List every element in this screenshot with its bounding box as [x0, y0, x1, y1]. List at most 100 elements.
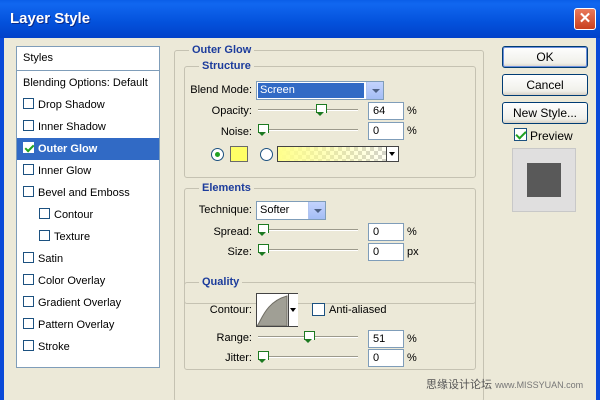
opacity-slider[interactable] [258, 104, 358, 116]
opacity-input[interactable]: 64 [368, 102, 404, 120]
style-checkbox[interactable] [39, 230, 50, 241]
jitter-unit: % [407, 352, 417, 364]
style-checkbox[interactable] [23, 296, 34, 307]
watermark: 思缘设计论坛 www.MISSYUAN.com [426, 376, 583, 392]
contour-picker[interactable] [256, 293, 298, 327]
size-slider-thumb[interactable] [258, 244, 269, 256]
technique-label: Technique: [198, 204, 252, 216]
range-unit: % [407, 333, 417, 345]
style-checkbox[interactable] [23, 186, 34, 197]
style-checkbox[interactable] [23, 340, 34, 351]
range-slider-thumb[interactable] [304, 331, 315, 343]
chevron-down-icon[interactable] [308, 202, 325, 219]
style-checkbox[interactable] [23, 164, 34, 175]
noise-input[interactable]: 0 [368, 122, 404, 140]
style-checkbox[interactable] [23, 318, 34, 329]
cancel-button[interactable]: Cancel [502, 74, 588, 96]
technique-select[interactable]: Softer [256, 201, 326, 220]
opacity-label: Opacity: [211, 105, 252, 117]
watermark-text: 思缘设计论坛 [426, 379, 492, 391]
style-preview [512, 148, 576, 212]
glow-color-swatch[interactable] [230, 146, 248, 162]
size-input[interactable]: 0 [368, 243, 404, 261]
styles-list-item-label: Contour [54, 209, 94, 221]
spread-slider[interactable] [258, 224, 358, 236]
structure-title: Structure [199, 60, 254, 72]
dialog-body: Styles Blending Options: Default Drop Sha… [0, 38, 600, 400]
styles-list-item-label: Inner Glow [38, 165, 92, 177]
range-slider[interactable] [258, 331, 358, 343]
opacity-unit: % [407, 105, 417, 117]
styles-list-item-label: Stroke [38, 341, 70, 353]
size-unit: px [407, 246, 419, 258]
spread-slider-thumb[interactable] [258, 224, 269, 236]
size-slider-track [258, 249, 358, 251]
noise-slider-thumb[interactable] [258, 124, 269, 136]
style-checkbox[interactable] [39, 208, 50, 219]
jitter-slider[interactable] [258, 351, 358, 363]
noise-slider-track [258, 129, 358, 131]
spread-slider-track [258, 229, 358, 231]
styles-list-item-stroke[interactable]: Stroke [17, 336, 159, 358]
gradient-dropdown-icon[interactable] [386, 147, 398, 161]
close-icon: ✕ [578, 10, 592, 27]
size-slider[interactable] [258, 244, 358, 256]
contour-dropdown-icon[interactable] [288, 294, 298, 326]
blend-mode-label: Blend Mode: [190, 84, 252, 96]
style-checkbox[interactable] [23, 120, 34, 131]
styles-list-item-outer-glow[interactable]: Outer Glow [17, 138, 159, 160]
style-checkbox[interactable] [23, 274, 34, 285]
blend-mode-select[interactable]: Screen [256, 81, 384, 100]
styles-list-item-label: Texture [54, 231, 91, 243]
anti-aliased-checkbox[interactable] [312, 303, 325, 316]
watermark-site: www.MISSYUAN.com [495, 380, 584, 390]
ok-button[interactable]: OK [502, 46, 588, 68]
gradient-radio[interactable] [260, 148, 273, 161]
opacity-slider-thumb[interactable] [316, 104, 327, 116]
anti-aliased-label: Anti-aliased [329, 304, 387, 316]
styles-list-item-label: Pattern Overlay [38, 319, 115, 331]
preview-checkbox[interactable] [514, 128, 527, 141]
styles-list-item-color-overlay[interactable]: Color Overlay [17, 270, 159, 292]
style-preview-thumbnail [527, 163, 561, 197]
styles-list-item-drop-shadow[interactable]: Drop Shadow [17, 94, 159, 116]
styles-list-item-contour[interactable]: Contour [17, 204, 159, 226]
glow-gradient-picker[interactable] [277, 146, 399, 162]
jitter-label: Jitter: [225, 352, 252, 364]
chevron-down-icon[interactable] [366, 82, 383, 99]
styles-list-header[interactable]: Styles [17, 47, 159, 71]
jitter-slider-track [258, 356, 358, 358]
styles-list-item-label: Outer Glow [38, 143, 98, 155]
window-title: Layer Style [10, 10, 91, 27]
style-checkbox[interactable] [23, 98, 34, 109]
styles-list-item-label: Satin [38, 253, 64, 265]
styles-list: Styles Blending Options: Default Drop Sha… [16, 46, 160, 368]
styles-list-item-inner-shadow[interactable]: Inner Shadow [17, 116, 159, 138]
styles-list-item-satin[interactable]: Satin [17, 248, 159, 270]
styles-list-item-label: Inner Shadow [38, 121, 106, 133]
noise-slider[interactable] [258, 124, 358, 136]
style-checkbox[interactable] [23, 252, 34, 263]
jitter-input[interactable]: 0 [368, 349, 404, 367]
styles-list-item-bevel-and-emboss[interactable]: Bevel and Emboss [17, 182, 159, 204]
spread-input[interactable]: 0 [368, 223, 404, 241]
noise-label: Noise: [220, 126, 252, 138]
close-button[interactable]: ✕ [574, 8, 596, 30]
preview-label: Preview [530, 129, 573, 143]
solid-color-radio[interactable] [211, 148, 224, 161]
style-checkbox[interactable] [23, 142, 34, 153]
range-input[interactable]: 51 [368, 330, 404, 348]
jitter-slider-thumb[interactable] [258, 351, 269, 363]
styles-list-item-label: Drop Shadow [38, 99, 105, 111]
size-label: Size: [227, 246, 252, 258]
styles-list-item-pattern-overlay[interactable]: Pattern Overlay [17, 314, 159, 336]
new-style-button[interactable]: New Style... [502, 102, 588, 124]
noise-unit: % [407, 125, 417, 137]
styles-list-item-label: Gradient Overlay [38, 297, 122, 309]
elements-title: Elements [199, 182, 254, 194]
styles-list-item-gradient-overlay[interactable]: Gradient Overlay [17, 292, 159, 314]
styles-list-item-texture[interactable]: Texture [17, 226, 159, 248]
styles-list-item-blending-options-default[interactable]: Blending Options: Default [17, 72, 159, 94]
styles-list-item-inner-glow[interactable]: Inner Glow [17, 160, 159, 182]
styles-list-item-label: Bevel and Emboss [38, 187, 130, 199]
